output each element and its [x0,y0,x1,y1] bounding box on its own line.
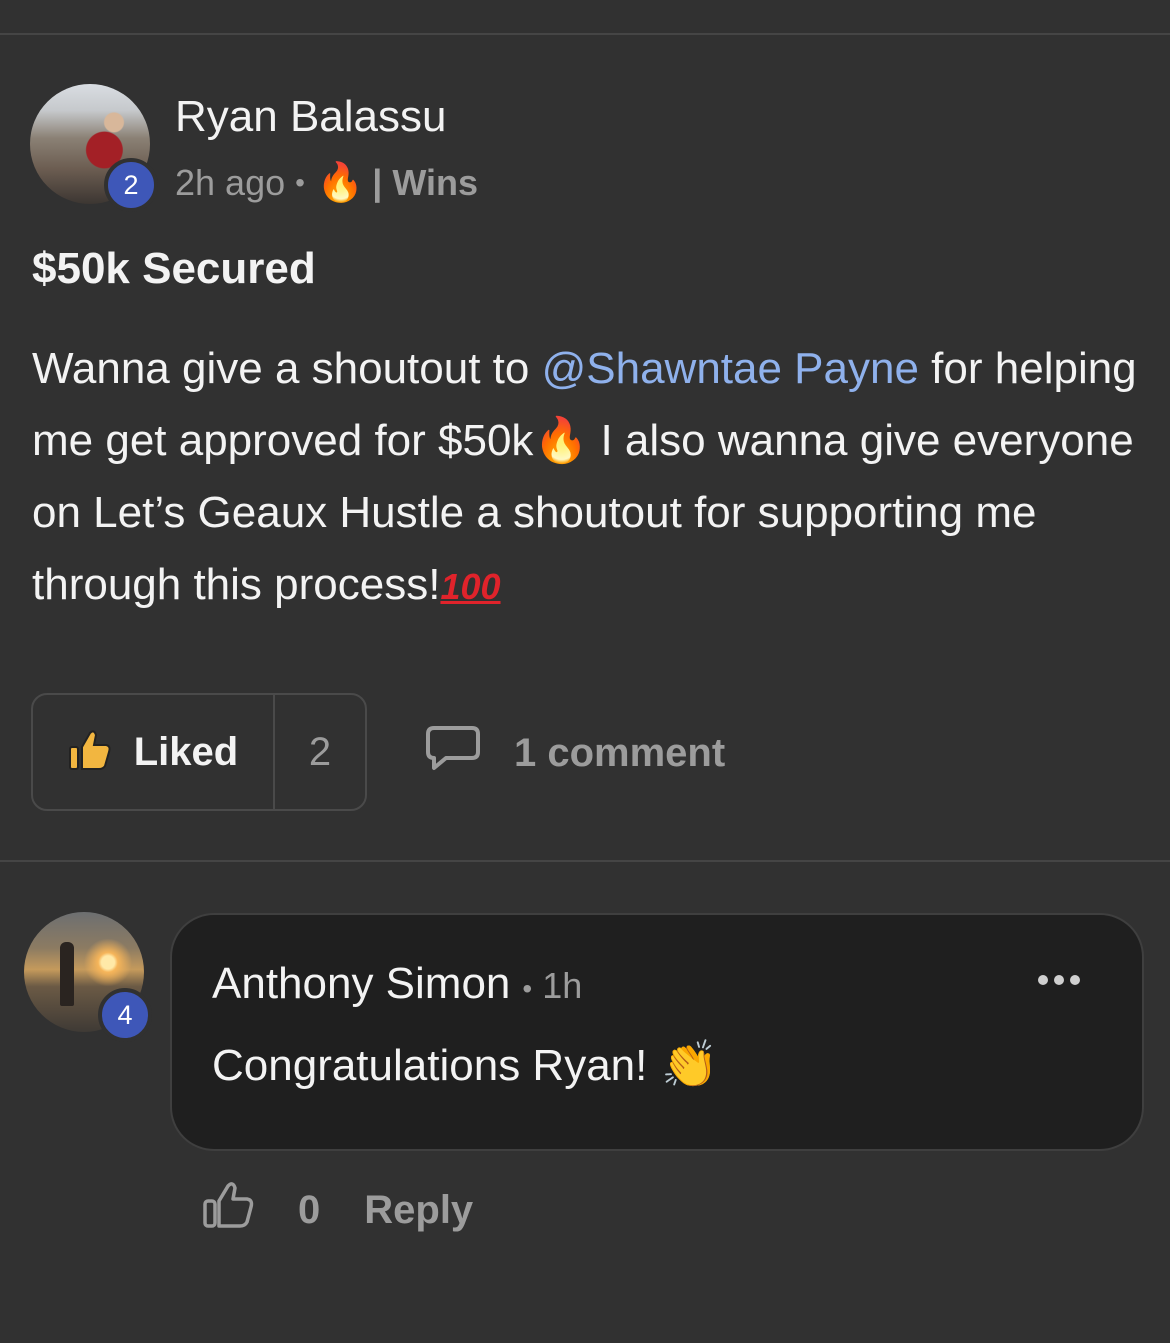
more-dot [1070,975,1080,985]
comment-text: Congratulations Ryan! 👏 [212,1037,719,1092]
like-label: Liked [133,729,239,774]
post-author-name[interactable]: Ryan Balassu [175,92,446,142]
more-options-icon[interactable] [1038,975,1080,985]
fire-emoji-icon: 🔥 [533,415,589,466]
post-body-text: Wanna give a shoutout to [32,344,542,393]
like-button-group: Liked 2 [31,693,367,811]
comment-header: Anthony Simon • 1h [212,959,582,1009]
post-detail-page: 2 Ryan Balassu 2h ago • 🔥 | Wins $50k Se… [0,0,1170,1343]
clapping-hands-icon: 👏 [661,1037,719,1091]
meta-separator-dot: • [522,973,533,1004]
hundred-points-icon: 100 [440,566,501,607]
post-meta: 2h ago • 🔥 | Wins [175,160,478,205]
mention-link[interactable]: @Shawntae Payne [542,344,919,393]
fire-icon: 🔥 [316,160,365,204]
comment-actions: 0 Reply [202,1180,473,1240]
thumbs-up-outline-icon[interactable] [202,1180,254,1240]
post-category[interactable]: | Wins [372,162,478,204]
comments-count-label: 1 comment [514,730,726,775]
comment-time: 1h [542,965,583,1006]
post-title: $50k Secured [32,244,316,293]
meta-separator-dot: • [295,166,305,198]
comment-bubble: Anthony Simon • 1h Congratulations Ryan! 👏 [170,913,1144,1151]
section-divider [0,860,1170,862]
comment-text-content: Congratulations Ryan! [212,1041,648,1090]
avatar-figure [60,942,74,1006]
more-dot [1054,975,1064,985]
thumbs-up-filled-icon [68,729,112,776]
like-count-button[interactable]: 2 [275,695,365,809]
like-button[interactable]: Liked [33,695,275,809]
comment-author-level-badge: 4 [98,988,152,1042]
more-dot [1038,975,1048,985]
reply-button[interactable]: Reply [364,1188,473,1233]
post-time: 2h ago [175,161,286,203]
comment-like-count: 0 [298,1187,321,1232]
chat-bubble-icon [424,724,482,782]
post-author-level-badge: 2 [104,158,158,212]
comments-link[interactable]: 1 comment [424,724,725,782]
comment-author-name[interactable]: Anthony Simon [212,959,510,1009]
comment-time-wrapper: • 1h [522,965,582,1007]
post-body: Wanna give a shoutout to @Shawntae Payne… [32,333,1142,623]
top-divider [0,33,1170,35]
